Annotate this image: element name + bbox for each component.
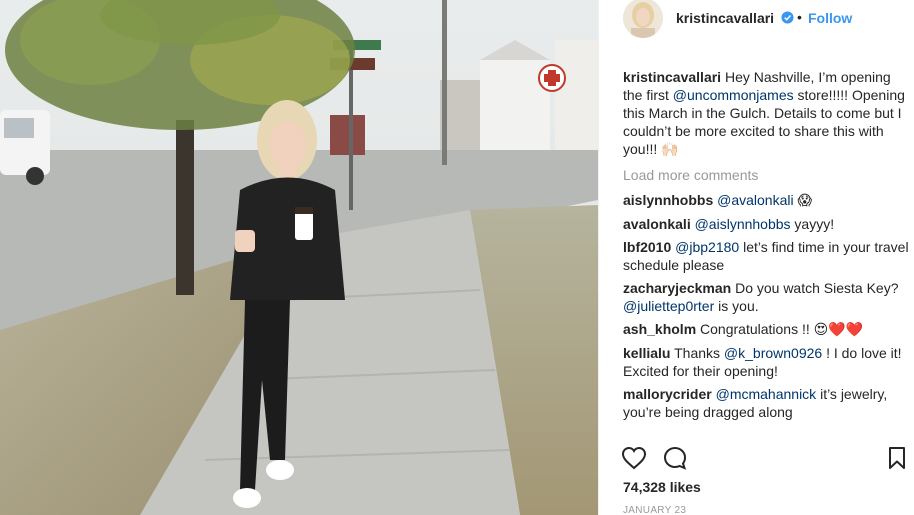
post-side-panel: kristincavallari • Follow kristincavalla… (598, 0, 914, 515)
comment-mention[interactable]: @jbp2180 (675, 239, 739, 255)
comment-username[interactable]: aislynnhobbs (623, 192, 713, 208)
comment-text: yayyy! (790, 216, 835, 232)
list-item: zacharyjeckman Do you watch Siesta Key? … (623, 279, 909, 315)
comment-emoji: 😱 (797, 193, 813, 209)
comment-icon[interactable] (662, 446, 688, 470)
list-item: aislynnhobbs @avalonkali 😱 (623, 191, 909, 210)
caption: kristincavallari Hey Nashville, I’m open… (623, 68, 909, 159)
caption-username[interactable]: kristincavallari (623, 69, 721, 85)
bookmark-icon[interactable] (887, 446, 907, 470)
verified-badge-icon (781, 11, 794, 24)
heart-icon[interactable] (621, 446, 647, 470)
header-username[interactable]: kristincavallari (676, 10, 774, 26)
caption-mention[interactable]: @uncommonjames (673, 87, 794, 103)
comment-text: is you. (714, 298, 759, 314)
comment-username[interactable]: kellialu (623, 345, 670, 361)
avatar-image (623, 0, 663, 38)
comment-username[interactable]: zacharyjeckman (623, 280, 731, 296)
comment-text: Thanks (670, 345, 724, 361)
comment-mention[interactable]: @aislynnhobbs (695, 216, 791, 232)
like-count[interactable]: 74,328 likes (623, 479, 701, 495)
list-item: kellialu Thanks @k_brown0926 ! I do love… (623, 344, 909, 380)
comment-mention[interactable]: @avalonkali (717, 192, 793, 208)
avatar[interactable] (623, 0, 663, 38)
comment-username[interactable]: ash_kholm (623, 321, 696, 337)
action-bar (621, 446, 911, 472)
comment-mention[interactable]: @juliettep0rter (623, 298, 714, 314)
caption-emoji: 🙌🏻 (661, 142, 679, 158)
list-item: mallorycrider @mcmahannick it’s jewelry,… (623, 385, 909, 421)
load-more-comments-button[interactable]: Load more comments (623, 166, 909, 184)
post-header: kristincavallari • Follow (599, 0, 914, 40)
comment-mention[interactable]: @k_brown0926 (724, 345, 822, 361)
comment-text: Do you watch Siesta Key? (731, 280, 899, 296)
photo-illustration (0, 0, 598, 515)
post-date: JANUARY 23 (623, 505, 687, 515)
post-photo[interactable] (0, 0, 598, 515)
comment-text: Congratulations !! (696, 321, 814, 337)
header-separator: • (797, 9, 802, 25)
comment-emoji: 😍❤️❤️ (813, 322, 864, 338)
list-item: ash_kholm Congratulations !! 😍❤️❤️ (623, 320, 909, 339)
comment-username[interactable]: lbf2010 (623, 239, 671, 255)
list-item: avalonkali @aislynnhobbs yayyy! (623, 215, 909, 233)
list-item: lbf2010 @jbp2180 let’s find time in your… (623, 238, 909, 274)
comment-username[interactable]: avalonkali (623, 216, 691, 232)
comment-username[interactable]: mallorycrider (623, 386, 712, 402)
follow-button[interactable]: Follow (808, 10, 852, 26)
comment-mention[interactable]: @mcmahannick (716, 386, 817, 402)
comments-list: kristincavallari Hey Nashville, I’m open… (623, 68, 909, 436)
